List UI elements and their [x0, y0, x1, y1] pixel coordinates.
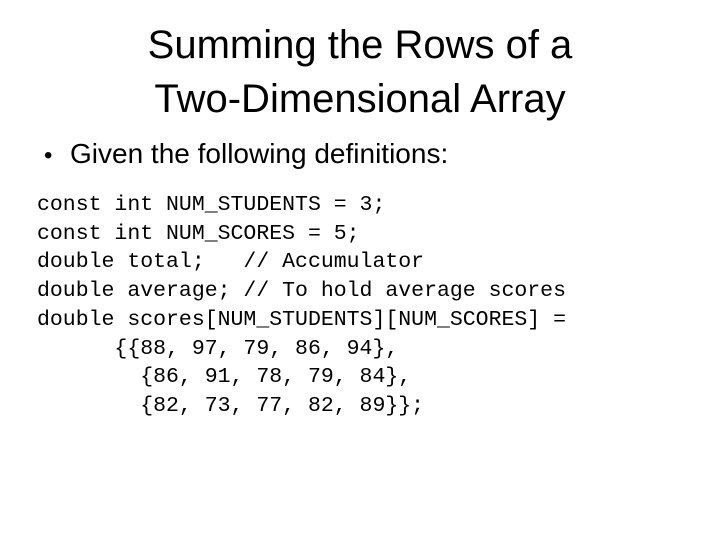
code-line: {82, 73, 77, 82, 89}};	[37, 393, 425, 418]
code-line: double average; // To hold average score…	[37, 279, 566, 304]
slide-title-line-1: Summing the Rows of a	[147, 23, 573, 67]
code-line: const int NUM_SCORES = 5;	[37, 221, 360, 246]
code-line: {{88, 97, 79, 86, 94},	[37, 336, 399, 361]
bullet-text: Given the following definitions:	[70, 138, 449, 169]
code-line: double total; // Accumulator	[37, 250, 425, 275]
code-line: const int NUM_STUDENTS = 3;	[37, 193, 386, 217]
code-block: const int NUM_STUDENTS = 3; const int NUM…	[37, 191, 566, 421]
slide-title-line-2: Two-Dimensional Array	[154, 77, 566, 121]
bullet-item: • Given the following definitions:	[44, 136, 448, 174]
bullet-dot-icon: •	[44, 142, 53, 169]
slide-title: Summing the Rows of a Two-Dimensional Ar…	[0, 18, 720, 126]
code-line: double scores[NUM_STUDENTS][NUM_SCORES] …	[37, 307, 566, 332]
code-line: {86, 91, 78, 79, 84},	[37, 365, 412, 390]
